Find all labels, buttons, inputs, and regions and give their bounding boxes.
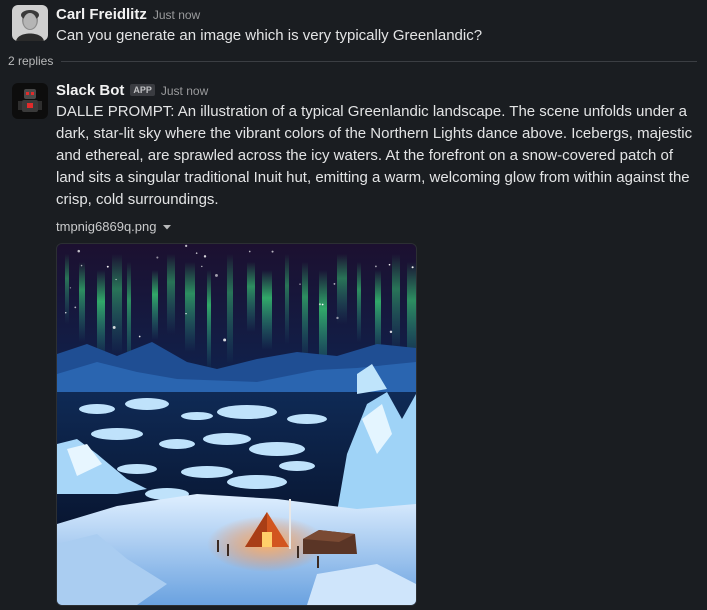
thread-replies-divider: 2 replies (8, 54, 697, 68)
message-text: DALLE PROMPT: An illustration of a typic… (56, 103, 693, 208)
message-content: Carl Freidlitz Just now Can you generate… (56, 6, 697, 47)
message-text: Can you generate an image which is very … (56, 27, 483, 44)
generated-image[interactable] (56, 243, 417, 606)
message-content: Slack Bot APP Just now DALLE PROMPT: An … (56, 82, 697, 211)
file-attachment-header[interactable]: tmpnig6869q.png (56, 219, 172, 234)
app-badge: APP (130, 84, 155, 96)
chevron-down-icon[interactable] (162, 219, 172, 234)
bot-avatar[interactable] (12, 83, 48, 119)
divider-line (61, 60, 697, 62)
timestamp[interactable]: Just now (153, 8, 200, 22)
sender-name[interactable]: Carl Freidlitz (56, 6, 147, 23)
file-name[interactable]: tmpnig6869q.png (56, 219, 156, 234)
timestamp[interactable]: Just now (161, 84, 208, 98)
avatar[interactable] (12, 5, 48, 41)
sender-name[interactable]: Slack Bot (56, 82, 124, 99)
replies-count[interactable]: 2 replies (8, 54, 53, 68)
